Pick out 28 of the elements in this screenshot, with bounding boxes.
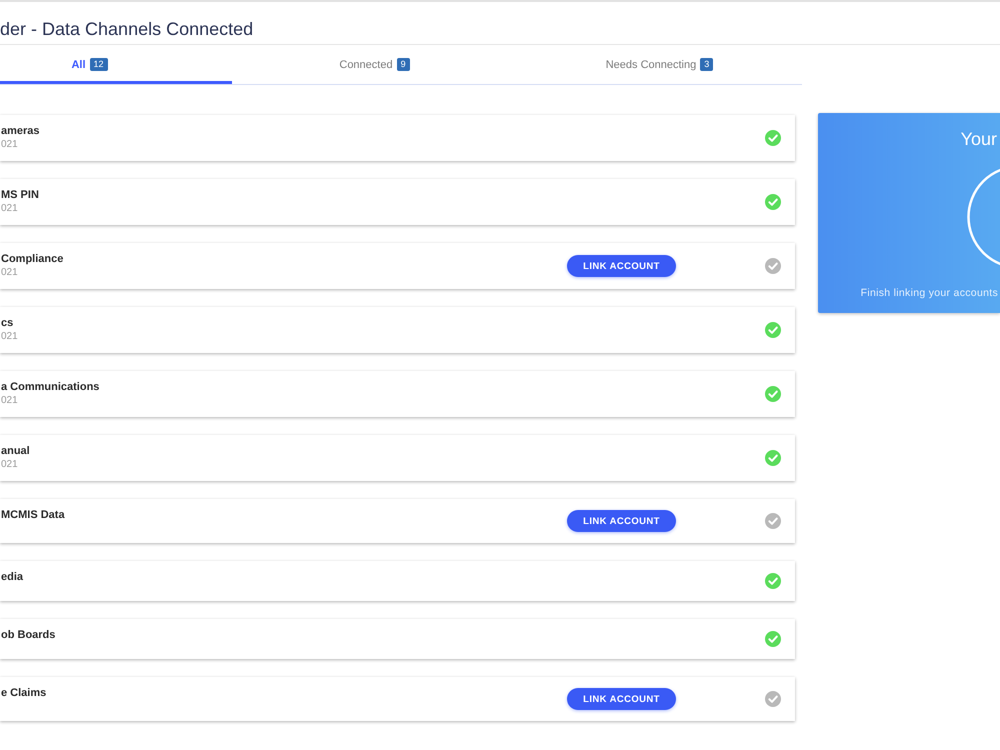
summary-message: Finish linking your accounts [860,286,998,300]
tab[interactable]: Connected 9 [232,45,517,84]
link-account-button[interactable]: LINK ACCOUNT [567,510,676,532]
count-badge: 3 [700,58,714,71]
count-badge: 12 [90,58,108,71]
tab[interactable]: All 12 [0,45,232,84]
channel-name: ob Boards [1,628,56,642]
channel-date: 021 [1,266,18,280]
summary-title: Your [960,128,997,150]
link-account-button[interactable]: LINK ACCOUNT [567,255,676,277]
count-badge: 9 [396,58,410,71]
channel-name: edia [1,570,24,584]
channel-name: cs [1,316,14,330]
channel-name: anual [1,444,30,458]
channel-name: MS PIN [1,188,39,202]
link-account-button[interactable]: LINK ACCOUNT [567,688,676,710]
channel-date: 021 [1,138,18,152]
tab[interactable]: Needs Connecting 3 [517,45,802,84]
channel-date: 021 [1,202,18,216]
channel-name: MCMIS Data [1,508,65,522]
channel-date: 021 [1,458,18,472]
page-title: der - Data Channels Connected [0,18,254,40]
channel-name: ameras [1,124,40,138]
channel-date: 021 [1,330,18,344]
channel-name: e Claims [1,686,46,700]
channel-date: 021 [1,394,18,408]
channel-name: Compliance [1,252,64,266]
channel-name: a Communications [1,380,100,394]
